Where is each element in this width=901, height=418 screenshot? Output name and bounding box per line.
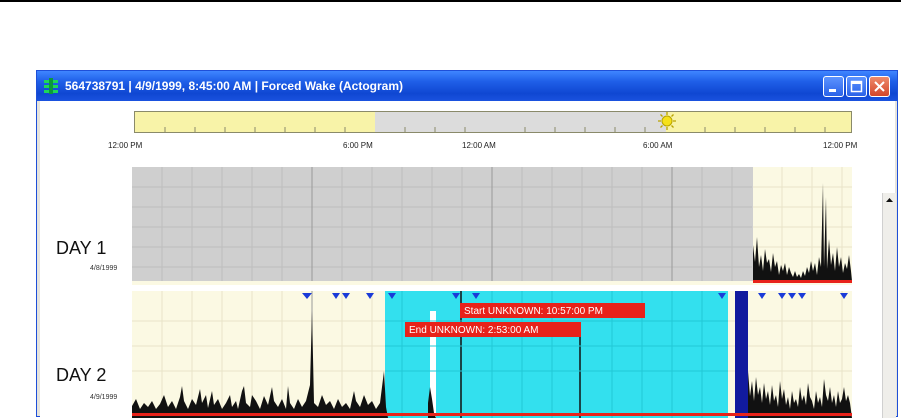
tick-label: 12:00 PM [823,141,858,150]
minimize-button[interactable] [823,76,844,97]
event-start-label: Start UNKNOWN: 10:57:00 PM [464,306,603,317]
chevron-up-icon [886,198,893,202]
minimize-icon [829,89,836,92]
maximize-icon [850,80,863,93]
day-1-plot[interactable] [132,167,852,285]
time-of-day-bar[interactable] [134,111,852,133]
day-2-date: 4/9/1999 [90,394,118,401]
day-2-label: DAY 2 [56,365,107,385]
event-end-label: End UNKNOWN: 2:53:00 AM [409,325,539,336]
vertical-scrollbar[interactable] [882,193,896,418]
window-title: 564738791 | 4/9/1999, 8:45:00 AM | Force… [65,79,403,93]
hour-ticks [164,127,826,132]
top-rule [0,0,901,2]
tick-label: 12:00 PM [108,141,143,150]
actogram-content: 12:00 PM 6:00 PM 12:00 AM 6:00 AM 12:00 … [40,101,896,418]
tick-label: 6:00 PM [343,141,373,150]
actogram-window[interactable]: 564738791 | 4/9/1999, 8:45:00 AM | Force… [36,70,898,418]
close-icon [874,81,885,92]
maximize-button[interactable] [846,76,867,97]
title-bar[interactable]: 564738791 | 4/9/1999, 8:45:00 AM | Force… [37,71,897,101]
day-2-plot[interactable]: Start UNKNOWN: 10:57:00 PM End UNKNOWN: … [132,291,852,418]
close-button[interactable] [869,76,890,97]
app-icon [44,78,58,94]
day-1-date: 4/8/1999 [90,265,118,272]
tick-label: 12:00 AM [462,141,496,150]
day-1-label: DAY 1 [56,238,107,258]
tick-label: 6:00 AM [643,141,673,150]
scroll-up-button[interactable] [883,193,896,207]
